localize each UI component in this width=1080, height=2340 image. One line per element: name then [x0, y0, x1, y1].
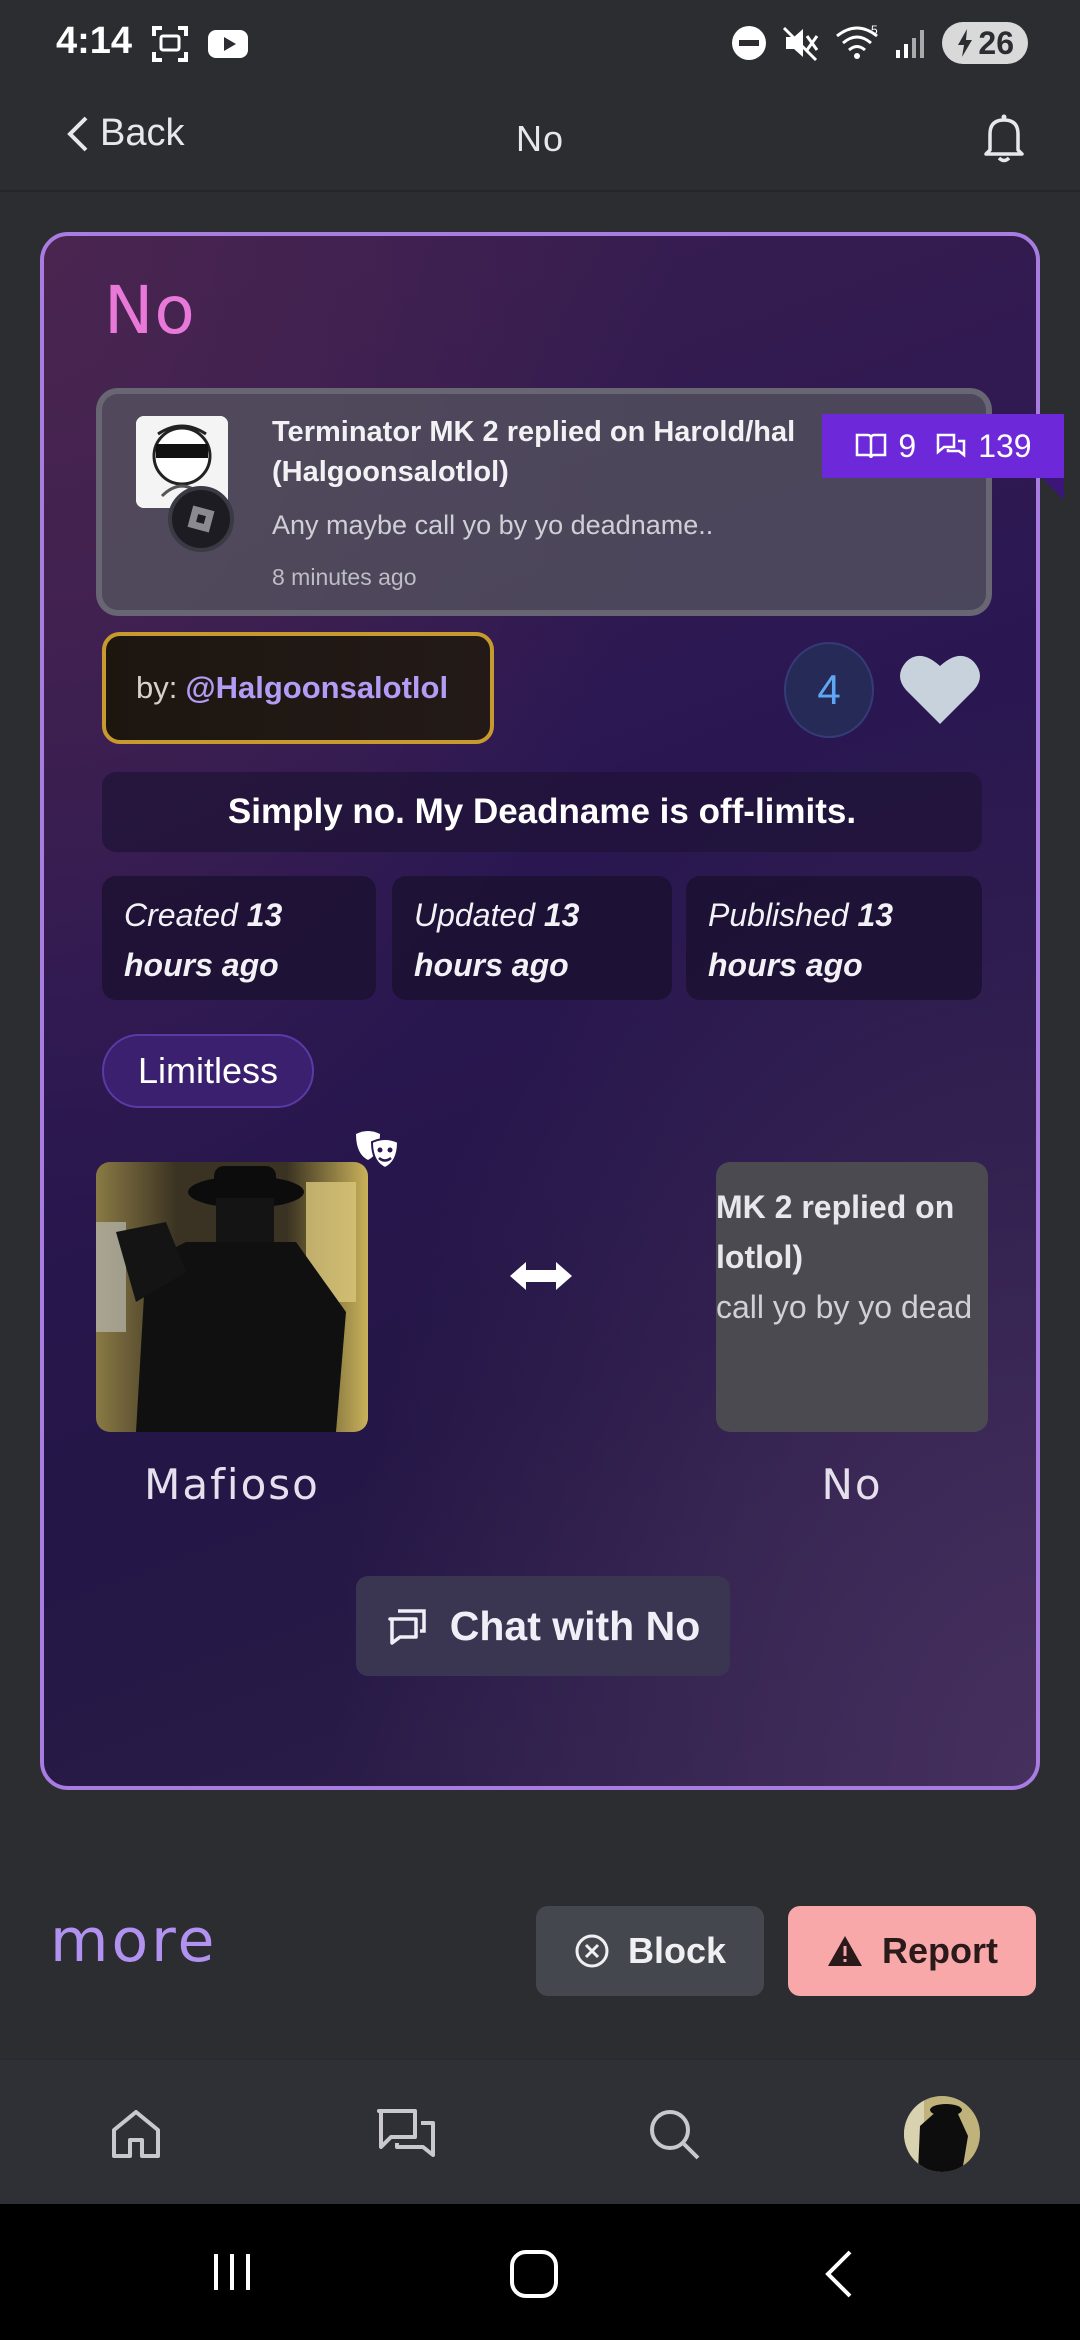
youtube-icon [208, 30, 248, 58]
page-title: No [515, 118, 565, 159]
signal-icon [896, 30, 925, 58]
warning-icon [828, 1936, 862, 1966]
system-navigation-bar [0, 2204, 1080, 2340]
author-prefix: by: [136, 670, 178, 705]
preview-line: MK 2 replied on [716, 1189, 955, 1225]
tab-chats[interactable] [364, 2092, 448, 2176]
chat-bubbles-icon [377, 2109, 435, 2157]
card-title: No [104, 272, 196, 349]
status-bar: 4:14 5 26 [0, 0, 1080, 88]
chat-icon [387, 1609, 426, 1645]
charging-icon [958, 29, 973, 57]
book-icon [856, 433, 887, 459]
tab-search[interactable] [632, 2092, 716, 2176]
more-label: more [50, 1906, 218, 1976]
updated-suffix: hours ago [414, 947, 569, 983]
bot-tagline: Simply no. My Deadname is off-limits. [102, 772, 982, 852]
author-handle: @Halgoonsalotlol [185, 670, 449, 705]
battery-indicator: 26 [942, 22, 1028, 64]
status-left-icons [150, 24, 250, 64]
preview-line: lotlol) [716, 1239, 804, 1275]
status-time: 4:14 [56, 20, 133, 62]
chat-with-button[interactable]: Chat with No [356, 1576, 730, 1676]
block-button[interactable]: Block [536, 1906, 764, 1996]
notification-body: Any maybe call yo by yo deadname.. [272, 510, 714, 540]
notification-time: 8 minutes ago [272, 564, 417, 590]
double-arrow-icon [510, 1262, 572, 1290]
home-button-icon[interactable] [508, 2248, 560, 2300]
created-date: Created 13 hours ago [102, 876, 376, 1000]
notification-title: Terminator MK 2 replied on Harold/hal (H… [272, 416, 796, 488]
published-label: Published [708, 897, 849, 933]
wifi-icon: 5 [836, 24, 878, 59]
roblox-avatar-icon [168, 486, 234, 552]
character-preview-text: MK 2 replied on lotlol) call yo by yo de… [716, 1182, 972, 1332]
tab-home[interactable] [94, 2092, 178, 2176]
stats-ribbon: 9 139 [822, 414, 1064, 500]
recent-apps-icon[interactable] [208, 2248, 256, 2296]
preview-line: call yo by yo dead [716, 1289, 973, 1325]
profile-avatar [904, 2096, 980, 2172]
dnd-icon [732, 26, 767, 60]
character-name-mafioso: Mafioso [144, 1460, 320, 1509]
character-image-mafioso[interactable] [96, 1162, 368, 1432]
reads-count: 9 [898, 427, 917, 464]
updated-value: 13 [543, 897, 580, 933]
status-right-icons: 5 26 [730, 22, 1028, 64]
heart-icon[interactable] [898, 650, 982, 728]
author-link[interactable]: by: @Halgoonsalotlol [102, 632, 494, 744]
created-suffix: hours ago [124, 947, 279, 983]
published-suffix: hours ago [708, 947, 863, 983]
wifi-band-label: 5 [871, 24, 878, 37]
tag-chip[interactable]: Limitless [102, 1034, 315, 1108]
screenshot-icon [152, 26, 188, 62]
back-nav-icon[interactable] [818, 2248, 858, 2300]
chat-bubbles-icon [936, 433, 966, 458]
battery-level: 26 [978, 24, 1014, 61]
bottom-tab-bar [0, 2058, 1080, 2204]
circle-x-icon [575, 1934, 609, 1968]
updated-label: Updated [414, 897, 535, 933]
created-value: 13 [246, 897, 283, 933]
search-icon [650, 2110, 700, 2160]
character-name-no: No [821, 1460, 883, 1509]
tab-profile[interactable] [904, 2096, 980, 2172]
character-image-no[interactable]: MK 2 replied on lotlol) call yo by yo de… [716, 1162, 988, 1432]
chat-button-label: Chat with No [449, 1602, 701, 1649]
bot-card: No Terminator MK 2 replied on Harold/hal… [40, 232, 1064, 1790]
theater-masks-icon [356, 1131, 400, 1170]
top-navigation: Back No [0, 88, 1080, 192]
published-date: Published 13 hours ago [686, 876, 982, 1000]
block-label: Block [627, 1930, 727, 1971]
report-label: Report [882, 1930, 998, 1971]
mute-icon [783, 26, 819, 62]
created-label: Created [124, 897, 238, 933]
bell-icon[interactable] [980, 112, 1028, 164]
like-count-badge: 4 [784, 642, 874, 738]
updated-date: Updated 13 hours ago [392, 876, 672, 1000]
published-value: 13 [857, 897, 894, 933]
report-button[interactable]: Report [788, 1906, 1036, 1996]
chats-count: 139 [978, 427, 1032, 464]
home-icon [112, 2110, 160, 2158]
